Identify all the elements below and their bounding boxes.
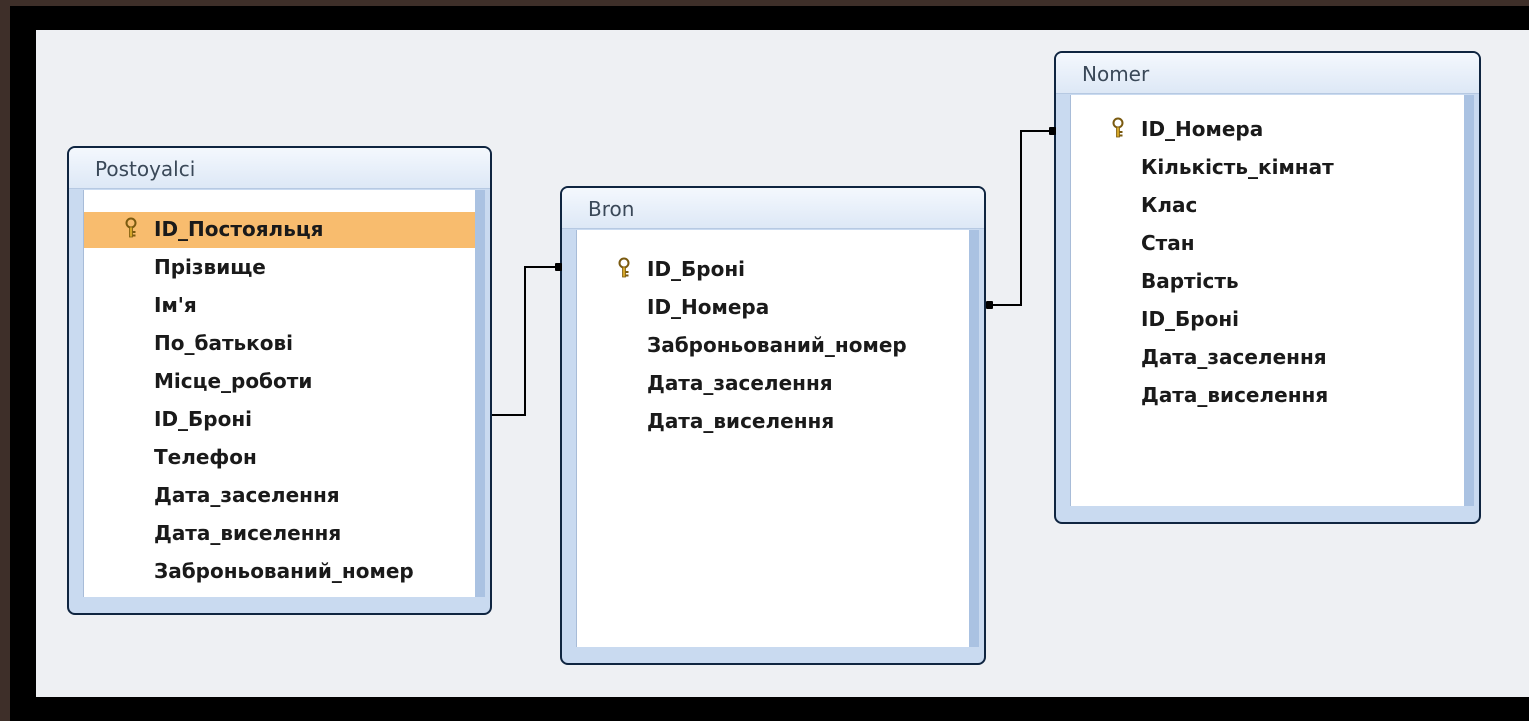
field-label: Заброньований_номер [647, 333, 907, 357]
field-row[interactable]: Ім'я [84, 288, 475, 324]
table-bron-field-list[interactable]: ID_Броні ID_Номера Заброньований_номер Д… [576, 230, 979, 647]
field-row[interactable]: ID_Броні [577, 252, 969, 288]
field-label: Місце_роботи [154, 369, 313, 393]
field-row[interactable]: Дата_заселення [577, 366, 969, 402]
field-row[interactable]: Дата_виселення [84, 516, 475, 552]
relationship-line-segment[interactable] [492, 414, 526, 416]
table-bron-title-bar[interactable]: Bron [562, 188, 984, 229]
field-row[interactable]: Місце_роботи [84, 364, 475, 400]
field-row[interactable]: Вартість [1071, 264, 1464, 300]
field-label: Вартість [1141, 269, 1239, 293]
field-label: ID_Постояльця [154, 217, 324, 241]
key-icon [1112, 117, 1124, 138]
field-label: ID_Броні [647, 257, 746, 281]
field-label: Дата_заселення [1141, 345, 1327, 369]
table-title: Nomer [1082, 62, 1150, 86]
field-label: Дата_заселення [647, 371, 833, 395]
key-icon [618, 257, 630, 278]
relationship-endpoint [986, 301, 993, 309]
field-label: Дата_виселення [154, 521, 342, 545]
field-label: ID_Броні [154, 407, 253, 431]
table-title: Postoyalci [95, 157, 196, 181]
table-nomer[interactable]: Nomer ID_Номера Кількість_кімнат Клас Ст… [1054, 51, 1481, 524]
table-title: Bron [588, 197, 635, 221]
field-row[interactable]: Заброньований_номер [84, 554, 475, 590]
field-row[interactable]: ID_Броні [1071, 302, 1464, 338]
field-row[interactable]: ID_Постояльця [84, 212, 475, 248]
table-nomer-field-list[interactable]: ID_Номера Кількість_кімнат Клас Стан Вар… [1070, 95, 1474, 506]
field-row[interactable]: ID_Номера [1071, 112, 1464, 148]
field-label: Заброньований_номер [154, 559, 414, 583]
field-row[interactable]: Дата_виселення [577, 404, 969, 440]
field-row[interactable]: Кількість_кімнат [1071, 150, 1464, 186]
field-label: Телефон [154, 445, 257, 469]
field-row[interactable]: Дата_заселення [1071, 340, 1464, 376]
field-label: Дата_виселення [1141, 383, 1329, 407]
relationships-window: Postoyalci ID_Постояльця Прізвище Ім'я П… [0, 0, 1529, 721]
field-row[interactable]: Заброньований_номер [577, 328, 969, 364]
table-postoyalci-field-list[interactable]: ID_Постояльця Прізвище Ім'я По_батькові … [83, 190, 485, 597]
field-label: ID_Номера [1141, 117, 1264, 141]
field-label: Кількість_кімнат [1141, 155, 1334, 179]
relationship-line-segment[interactable] [1020, 130, 1022, 306]
window-frame-top [0, 0, 1529, 6]
table-postoyalci[interactable]: Postoyalci ID_Постояльця Прізвище Ім'я П… [67, 146, 492, 615]
field-row[interactable]: По_батькові [84, 326, 475, 362]
field-row[interactable]: Прізвище [84, 250, 475, 286]
table-nomer-title-bar[interactable]: Nomer [1056, 53, 1479, 94]
table-bron[interactable]: Bron ID_Броні ID_Номера Заброньований_но… [560, 186, 986, 665]
field-row[interactable]: ID_Номера [577, 290, 969, 326]
field-label: ID_Номера [647, 295, 770, 319]
relationships-canvas[interactable]: Postoyalci ID_Постояльця Прізвище Ім'я П… [36, 30, 1529, 697]
field-label: Прізвище [154, 255, 266, 279]
field-label: Ім'я [154, 293, 197, 317]
relationship-line-segment[interactable] [524, 266, 526, 416]
field-row[interactable]: Дата_заселення [84, 478, 475, 514]
field-label: Клас [1141, 193, 1198, 217]
field-row[interactable]: ID_Броні [84, 402, 475, 438]
field-label: По_батькові [154, 331, 294, 355]
field-label: ID_Броні [1141, 307, 1240, 331]
field-label: Дата_заселення [154, 483, 340, 507]
field-row[interactable]: Дата_виселення [1071, 378, 1464, 414]
field-row[interactable]: Клас [1071, 188, 1464, 224]
relationship-endpoint [555, 263, 562, 271]
table-postoyalci-title-bar[interactable]: Postoyalci [69, 148, 490, 189]
field-row[interactable]: Телефон [84, 440, 475, 476]
field-label: Дата_виселення [647, 409, 835, 433]
window-frame-left [0, 0, 10, 721]
field-row[interactable]: Стан [1071, 226, 1464, 262]
key-icon [125, 217, 137, 238]
relationship-endpoint [1049, 127, 1056, 135]
field-label: Стан [1141, 231, 1195, 255]
